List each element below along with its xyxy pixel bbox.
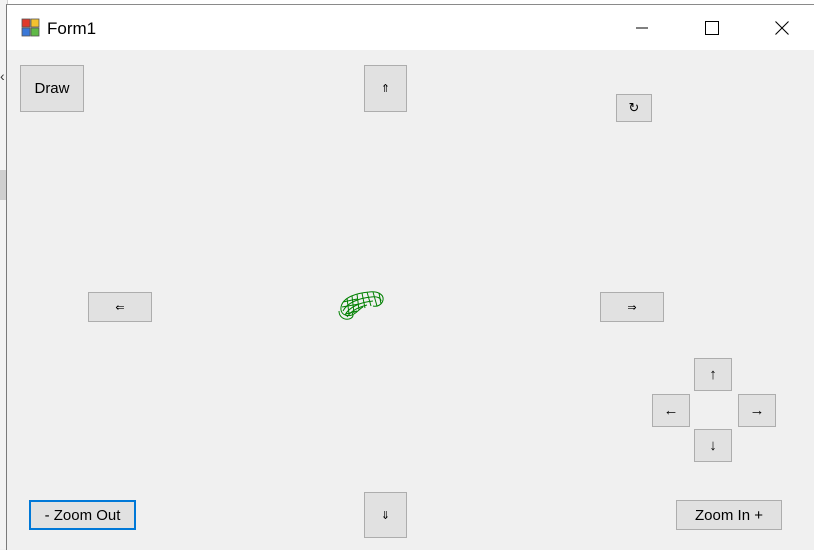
close-icon [775,20,789,35]
nudge-up-button[interactable]: ↑ [694,358,732,391]
nudge-left-button[interactable]: ← [652,394,690,427]
nudge-right-button[interactable]: → [738,394,776,427]
nudge-down-button[interactable]: ↓ [694,429,732,462]
zoom-in-button[interactable]: Zoom In + [676,500,782,530]
app-icon [21,18,40,37]
close-button[interactable] [748,5,814,50]
draw-button[interactable]: Draw [20,65,84,112]
title-bar[interactable]: Form1 [7,5,814,50]
form-client-area: Draw ⇑ ↻ ⇐ ⇒ ⇓ ↑ ← → ↓ - Zoom Out Zoom I… [7,50,814,550]
chevron-left-icon: ‹ [0,68,5,84]
zoom-out-button[interactable]: - Zoom Out [29,500,136,530]
maximize-button[interactable] [678,5,746,50]
wireframe-shape [338,291,384,320]
move-right-button[interactable]: ⇒ [600,292,664,322]
rotate-button[interactable]: ↻ [616,94,652,122]
window-title: Form1 [47,19,97,38]
minimize-button[interactable] [608,5,676,50]
maximize-icon [705,20,719,35]
move-down-button[interactable]: ⇓ [364,492,407,538]
move-up-button[interactable]: ⇑ [364,65,407,112]
move-left-button[interactable]: ⇐ [88,292,152,322]
minimize-icon [636,27,648,28]
form-window: Form1 Draw ⇑ ↻ ⇐ ⇒ ⇓ ↑ ← → ↓ - Zoom Out … [6,4,814,550]
